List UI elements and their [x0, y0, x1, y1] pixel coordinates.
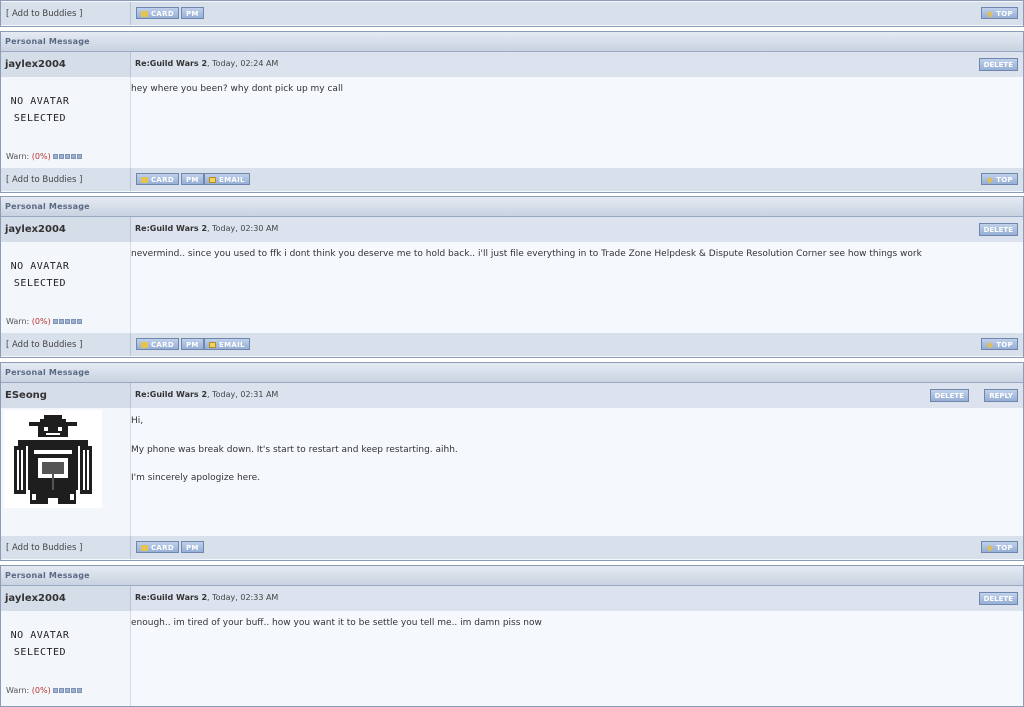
post-4: Personal Message jaylex2004 Re:Guild War…	[0, 565, 1024, 707]
no-avatar-placeholder: NO AVATAR SELECTED	[10, 630, 70, 658]
post-subject-bar: Re:Guild Wars 2, Today, 02:33 AM DELETE	[131, 586, 1023, 611]
delete-button[interactable]: DELETE	[929, 389, 969, 402]
up-arrow-icon	[986, 177, 994, 183]
post-subject[interactable]: Re:Guild Wars 2	[135, 390, 207, 399]
post-caption: Personal Message	[1, 363, 1023, 383]
author-details: NO AVATAR SELECTED Warn: (0%)	[1, 242, 131, 333]
author-details: NO AVATAR SELECTED Warn: (0%)	[1, 611, 131, 706]
pm-button[interactable]: PM	[181, 541, 204, 553]
pm-button[interactable]: PM	[181, 7, 204, 19]
author-name[interactable]: jaylex2004	[5, 59, 66, 70]
delete-button[interactable]: DELETE	[978, 592, 1018, 605]
card-icon	[141, 545, 148, 551]
author-cell: ESeong	[1, 383, 131, 408]
author-name[interactable]: ESeong	[5, 390, 47, 401]
warn-level: Warn: (0%)	[6, 686, 83, 695]
add-to-buddies-link[interactable]: [ Add to Buddies ]	[6, 175, 82, 185]
post-body: enough.. im tired of your buff.. how you…	[131, 618, 542, 628]
add-to-buddies-link[interactable]: [ Add to Buddies ]	[6, 543, 82, 553]
add-to-buddies-link[interactable]: [ Add to Buddies ]	[6, 9, 82, 19]
mail-icon	[209, 177, 216, 183]
warn-bar	[52, 152, 83, 161]
card-button[interactable]: CARD	[136, 338, 179, 350]
post-caption: Personal Message	[1, 32, 1023, 52]
post-body: Hi, My phone was break down. It's start …	[131, 416, 458, 483]
top-button[interactable]: TOP	[981, 7, 1018, 19]
delete-button[interactable]: DELETE	[978, 58, 1018, 71]
post-date: , Today, 02:31 AM	[207, 390, 279, 399]
warn-bar	[52, 317, 83, 326]
reply-button[interactable]: REPLY	[984, 389, 1018, 402]
up-arrow-icon	[986, 342, 994, 348]
top-button[interactable]: TOP	[981, 338, 1018, 350]
post-date: , Today, 02:33 AM	[207, 593, 279, 602]
avatar	[4, 410, 102, 508]
post-subject[interactable]: Re:Guild Wars 2	[135, 593, 207, 602]
post-footer-prev: [ Add to Buddies ] CARD PM TOP	[0, 0, 1024, 27]
author-cell: jaylex2004	[1, 52, 131, 77]
post-1: Personal Message jaylex2004 Re:Guild War…	[0, 31, 1024, 193]
post-footer: [ Add to Buddies ] CARD PM EMAIL TOP	[1, 333, 1023, 356]
card-button[interactable]: CARD	[136, 541, 179, 553]
post-subject-bar: Re:Guild Wars 2, Today, 02:24 AM DELETE	[131, 52, 1023, 77]
up-arrow-icon	[986, 11, 994, 17]
top-button[interactable]: TOP	[981, 541, 1018, 553]
post-subject-bar: Re:Guild Wars 2, Today, 02:31 AM DELETE …	[131, 383, 1023, 408]
up-arrow-icon	[986, 545, 994, 551]
post-date: , Today, 02:24 AM	[207, 59, 279, 68]
warn-level: Warn: (0%)	[6, 317, 83, 326]
post-footer: [ Add to Buddies ] CARD PM EMAIL TOP	[1, 168, 1023, 191]
author-details: NO AVATAR SELECTED Warn: (0%)	[1, 77, 131, 168]
pm-button[interactable]: PM	[181, 338, 204, 350]
no-avatar-placeholder: NO AVATAR SELECTED	[10, 261, 70, 289]
mail-icon	[209, 342, 216, 348]
post-subject-bar: Re:Guild Wars 2, Today, 02:30 AM DELETE	[131, 217, 1023, 242]
author-name[interactable]: jaylex2004	[5, 593, 66, 604]
post-caption: Personal Message	[1, 566, 1023, 586]
no-avatar-placeholder: NO AVATAR SELECTED	[10, 96, 70, 124]
post-subject[interactable]: Re:Guild Wars 2	[135, 59, 207, 68]
author-cell: jaylex2004	[1, 217, 131, 242]
avatar-image	[4, 410, 102, 508]
warn-bar	[52, 686, 83, 695]
post-body: hey where you been? why dont pick up my …	[131, 84, 343, 94]
post-3: Personal Message ESeong Re:Guild Wars 2,…	[0, 362, 1024, 561]
author-cell: jaylex2004	[1, 586, 131, 611]
email-button[interactable]: EMAIL	[204, 173, 250, 185]
post-2: Personal Message jaylex2004 Re:Guild War…	[0, 196, 1024, 358]
card-icon	[141, 11, 148, 17]
author-name[interactable]: jaylex2004	[5, 224, 66, 235]
delete-button[interactable]: DELETE	[978, 223, 1018, 236]
card-icon	[141, 342, 148, 348]
post-caption: Personal Message	[1, 197, 1023, 217]
card-button[interactable]: CARD	[136, 7, 179, 19]
warn-level: Warn: (0%)	[6, 152, 83, 161]
top-button[interactable]: TOP	[981, 173, 1018, 185]
post-date: , Today, 02:30 AM	[207, 224, 279, 233]
add-to-buddies-link[interactable]: [ Add to Buddies ]	[6, 340, 82, 350]
email-button[interactable]: EMAIL	[204, 338, 250, 350]
card-icon	[141, 177, 148, 183]
post-body: nevermind.. since you used to ffk i dont…	[131, 249, 922, 259]
post-subject[interactable]: Re:Guild Wars 2	[135, 224, 207, 233]
post-footer: [ Add to Buddies ] CARD PM TOP	[1, 536, 1023, 559]
card-button[interactable]: CARD	[136, 173, 179, 185]
pm-button[interactable]: PM	[181, 173, 204, 185]
